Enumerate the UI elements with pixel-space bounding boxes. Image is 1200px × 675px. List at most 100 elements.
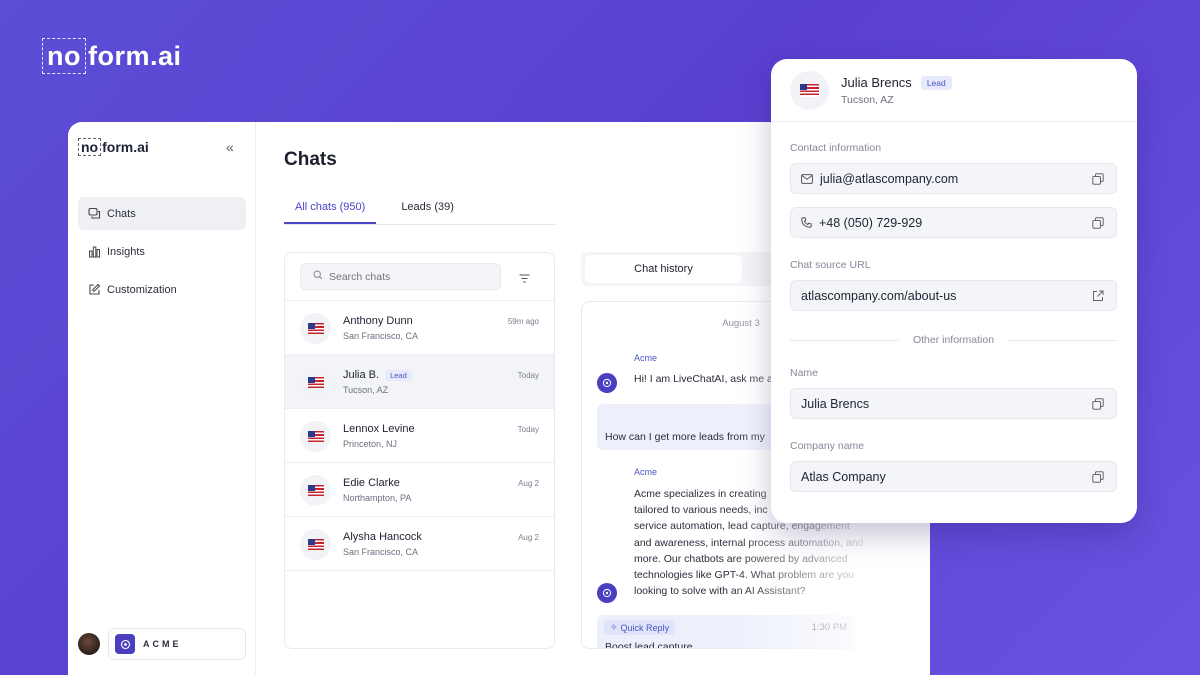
chat-time: Today bbox=[517, 425, 539, 434]
tab-leads[interactable]: Leads (39) bbox=[390, 195, 465, 224]
chat-contact-name: Edie Clarke bbox=[343, 477, 400, 489]
bot-avatar-icon bbox=[597, 583, 617, 603]
sparkle-icon: ✧ bbox=[610, 622, 618, 632]
chat-location: Tucson, AZ bbox=[343, 385, 389, 395]
us-flag-icon bbox=[790, 71, 829, 110]
workspace-name: ACME bbox=[143, 639, 182, 649]
chat-location: Princeton, NJ bbox=[343, 439, 398, 449]
collapse-sidebar-icon[interactable]: « bbox=[226, 139, 234, 155]
bar-chart-icon bbox=[88, 245, 101, 258]
tab-chat-history[interactable]: Chat history bbox=[585, 255, 742, 283]
source-url-label: Chat source URL bbox=[790, 259, 871, 271]
brand-logo-no: no bbox=[42, 38, 86, 74]
chat-name-text: Julia B. bbox=[343, 369, 380, 381]
other-info-divider: Other information bbox=[790, 333, 1117, 347]
user-avatar[interactable] bbox=[78, 633, 100, 655]
search-icon bbox=[313, 270, 323, 283]
source-url-value: atlascompany.com/about-us bbox=[801, 288, 957, 303]
sidebar-item-chats[interactable]: Chats bbox=[78, 197, 246, 230]
copy-icon[interactable] bbox=[1092, 173, 1104, 185]
chat-contact-name: Anthony Dunn bbox=[343, 315, 413, 327]
copy-icon[interactable] bbox=[1092, 398, 1104, 410]
external-link-icon[interactable] bbox=[1092, 290, 1104, 302]
us-flag-icon bbox=[300, 529, 331, 560]
chat-time: Aug 2 bbox=[518, 533, 539, 542]
chat-list-item[interactable]: Julia B. Lead Tucson, AZ Today bbox=[285, 355, 554, 409]
copy-icon[interactable] bbox=[1092, 471, 1104, 483]
chat-list-panel: Anthony Dunn San Francisco, CA 59m ago J… bbox=[284, 252, 555, 649]
source-url-field[interactable]: atlascompany.com/about-us bbox=[790, 280, 1117, 311]
chat-name-text: Alysha Hancock bbox=[343, 531, 422, 543]
other-info-label: Other information bbox=[912, 334, 995, 346]
company-label: Company name bbox=[790, 440, 865, 452]
acme-logo-icon bbox=[115, 634, 135, 654]
bot-avatar-icon bbox=[597, 373, 617, 393]
phone-value: +48 (050) 729-929 bbox=[819, 215, 923, 230]
name-label: Name bbox=[790, 367, 819, 379]
us-flag-icon bbox=[300, 367, 331, 398]
search-box bbox=[300, 263, 501, 290]
copy-icon[interactable] bbox=[1092, 217, 1104, 229]
contact-name-text: Julia Brencs bbox=[841, 75, 912, 90]
message-sender: Acme bbox=[634, 353, 658, 363]
chat-location: Northampton, PA bbox=[343, 493, 412, 503]
mail-icon bbox=[801, 173, 813, 184]
sidebar: no form.ai « Chats Insights Customizatio… bbox=[68, 122, 256, 675]
lead-badge: Lead bbox=[385, 369, 412, 381]
chat-location: San Francisco, CA bbox=[343, 547, 419, 557]
chat-list-item[interactable]: Alysha Hancock San Francisco, CA Aug 2 bbox=[285, 517, 554, 571]
chat-time: 59m ago bbox=[507, 317, 539, 326]
chat-contact-name: Julia B. Lead bbox=[343, 369, 412, 381]
chat-tabs: All chats (950) Leads (39) bbox=[284, 195, 556, 225]
sidebar-item-customization[interactable]: Customization bbox=[78, 273, 246, 306]
company-value: Atlas Company bbox=[801, 469, 886, 484]
chat-contact-name: Lennox Levine bbox=[343, 423, 415, 435]
contact-location: Tucson, AZ bbox=[841, 94, 894, 106]
contact-card-header: Julia Brencs Lead Tucson, AZ bbox=[771, 59, 1137, 122]
chat-time: Aug 2 bbox=[518, 479, 539, 488]
lead-badge: Lead bbox=[920, 75, 952, 90]
chat-list-item[interactable]: Anthony Dunn San Francisco, CA 59m ago bbox=[285, 301, 554, 355]
phone-icon bbox=[801, 217, 812, 228]
contact-name: Julia Brencs Lead bbox=[841, 75, 952, 90]
search-input[interactable] bbox=[329, 270, 479, 283]
email-value: julia@atlascompany.com bbox=[820, 171, 959, 186]
search-row bbox=[285, 253, 554, 301]
sidebar-item-label: Insights bbox=[107, 245, 145, 258]
chat-name-text: Edie Clarke bbox=[343, 477, 400, 489]
message-text: Hi! I am LiveChatAI, ask me a bbox=[634, 373, 773, 385]
chat-name-text: Anthony Dunn bbox=[343, 315, 413, 327]
name-field[interactable]: Julia Brencs bbox=[790, 388, 1117, 419]
quick-reply-label: Quick Reply bbox=[620, 622, 670, 633]
brand-logo-text: form.ai bbox=[88, 40, 182, 71]
email-field[interactable]: julia@atlascompany.com bbox=[790, 163, 1117, 194]
filter-icon[interactable] bbox=[519, 270, 530, 288]
phone-field[interactable]: +48 (050) 729-929 bbox=[790, 207, 1117, 238]
name-value: Julia Brencs bbox=[801, 396, 870, 411]
page-title: Chats bbox=[284, 149, 337, 170]
chat-list-item[interactable]: Lennox Levine Princeton, NJ Today bbox=[285, 409, 554, 463]
quick-reply-bubble: ✧ Quick Reply 1:30 PM Boost lead capture bbox=[597, 615, 855, 649]
sidebar-logo-no: no bbox=[78, 138, 102, 156]
message-sender: Acme bbox=[634, 467, 658, 477]
sidebar-item-label: Chats bbox=[107, 207, 136, 220]
quick-reply-text: Boost lead capture bbox=[605, 641, 693, 649]
us-flag-icon bbox=[300, 475, 331, 506]
workspace-switcher[interactable]: ACME bbox=[108, 628, 246, 660]
sidebar-item-insights[interactable]: Insights bbox=[78, 235, 246, 268]
sidebar-footer: ACME bbox=[78, 627, 246, 661]
chat-list-item[interactable]: Edie Clarke Northampton, PA Aug 2 bbox=[285, 463, 554, 517]
contact-info-label: Contact information bbox=[790, 142, 882, 154]
sidebar-item-label: Customization bbox=[107, 283, 177, 296]
us-flag-icon bbox=[300, 313, 331, 344]
chat-icon bbox=[88, 207, 101, 220]
us-flag-icon bbox=[300, 421, 331, 452]
company-field[interactable]: Atlas Company bbox=[790, 461, 1117, 492]
tab-all-chats[interactable]: All chats (950) bbox=[284, 195, 377, 224]
chat-contact-name: Alysha Hancock bbox=[343, 531, 422, 543]
sidebar-logo[interactable]: no form.ai bbox=[78, 138, 149, 156]
sidebar-nav: Chats Insights Customization bbox=[78, 197, 246, 311]
quick-reply-time: 1:30 PM bbox=[811, 622, 847, 633]
edit-icon bbox=[88, 283, 101, 296]
message-text: How can I get more leads from my bbox=[605, 431, 765, 443]
